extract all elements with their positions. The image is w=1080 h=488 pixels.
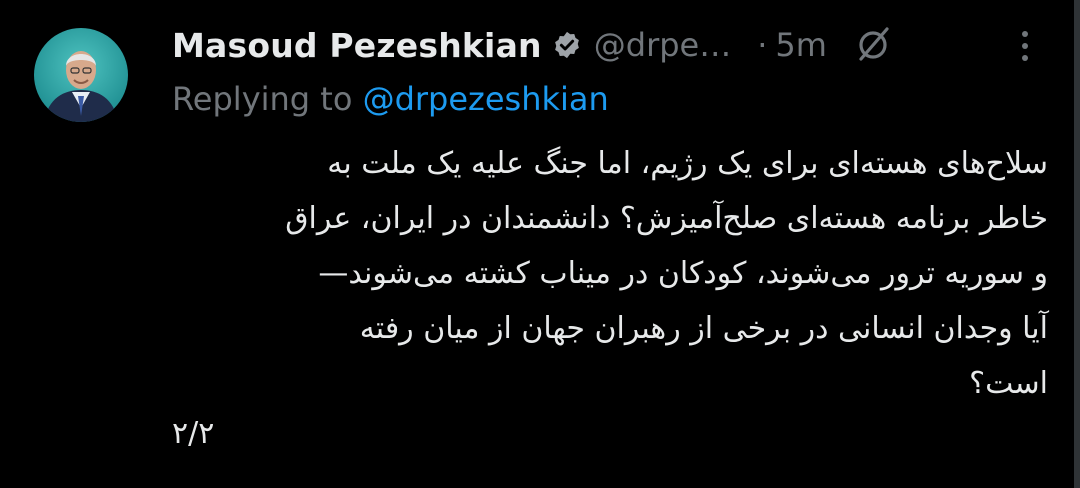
separator-dot: · (757, 26, 768, 64)
grok-icon[interactable] (853, 25, 893, 65)
avatar-image (34, 28, 128, 122)
tweet-text-line: و سوریه ترور می‌شوند، کودکان در میناب کش… (318, 256, 1048, 291)
tweet-text-line: آیا وجدان انسانی در برخی از رهبران جهان … (359, 311, 1048, 346)
replying-prefix: Replying to (172, 80, 353, 118)
tweet-text-line: سلاح‌های هسته‌ای برای یک رژیم، اما جنگ ع… (327, 146, 1048, 181)
thread-counter: ۲/۲ (172, 416, 215, 451)
scroll-edge (1074, 0, 1080, 488)
timestamp[interactable]: 5m (775, 26, 827, 64)
author-name[interactable]: Masoud Pezeshkian (172, 26, 542, 65)
replying-to: Replying to @drpezeshkian (172, 80, 609, 118)
tweet-text: سلاح‌های هسته‌ای برای یک رژیم، اما جنگ ع… (172, 136, 1048, 411)
tweet-text-line: خاطر برنامه هسته‌ای صلح‌آمیزش؟ دانشمندان… (285, 201, 1048, 236)
reply-mention-link[interactable]: @drpezeshkian (363, 80, 609, 118)
tweet-header: Masoud Pezeshkian @drpe… · 5m (172, 22, 1052, 68)
avatar[interactable] (34, 28, 128, 122)
verified-badge-icon (552, 30, 582, 60)
author-handle[interactable]: @drpe… (594, 26, 731, 64)
more-icon[interactable] (1008, 26, 1042, 66)
tweet-text-line: است؟ (969, 366, 1048, 401)
